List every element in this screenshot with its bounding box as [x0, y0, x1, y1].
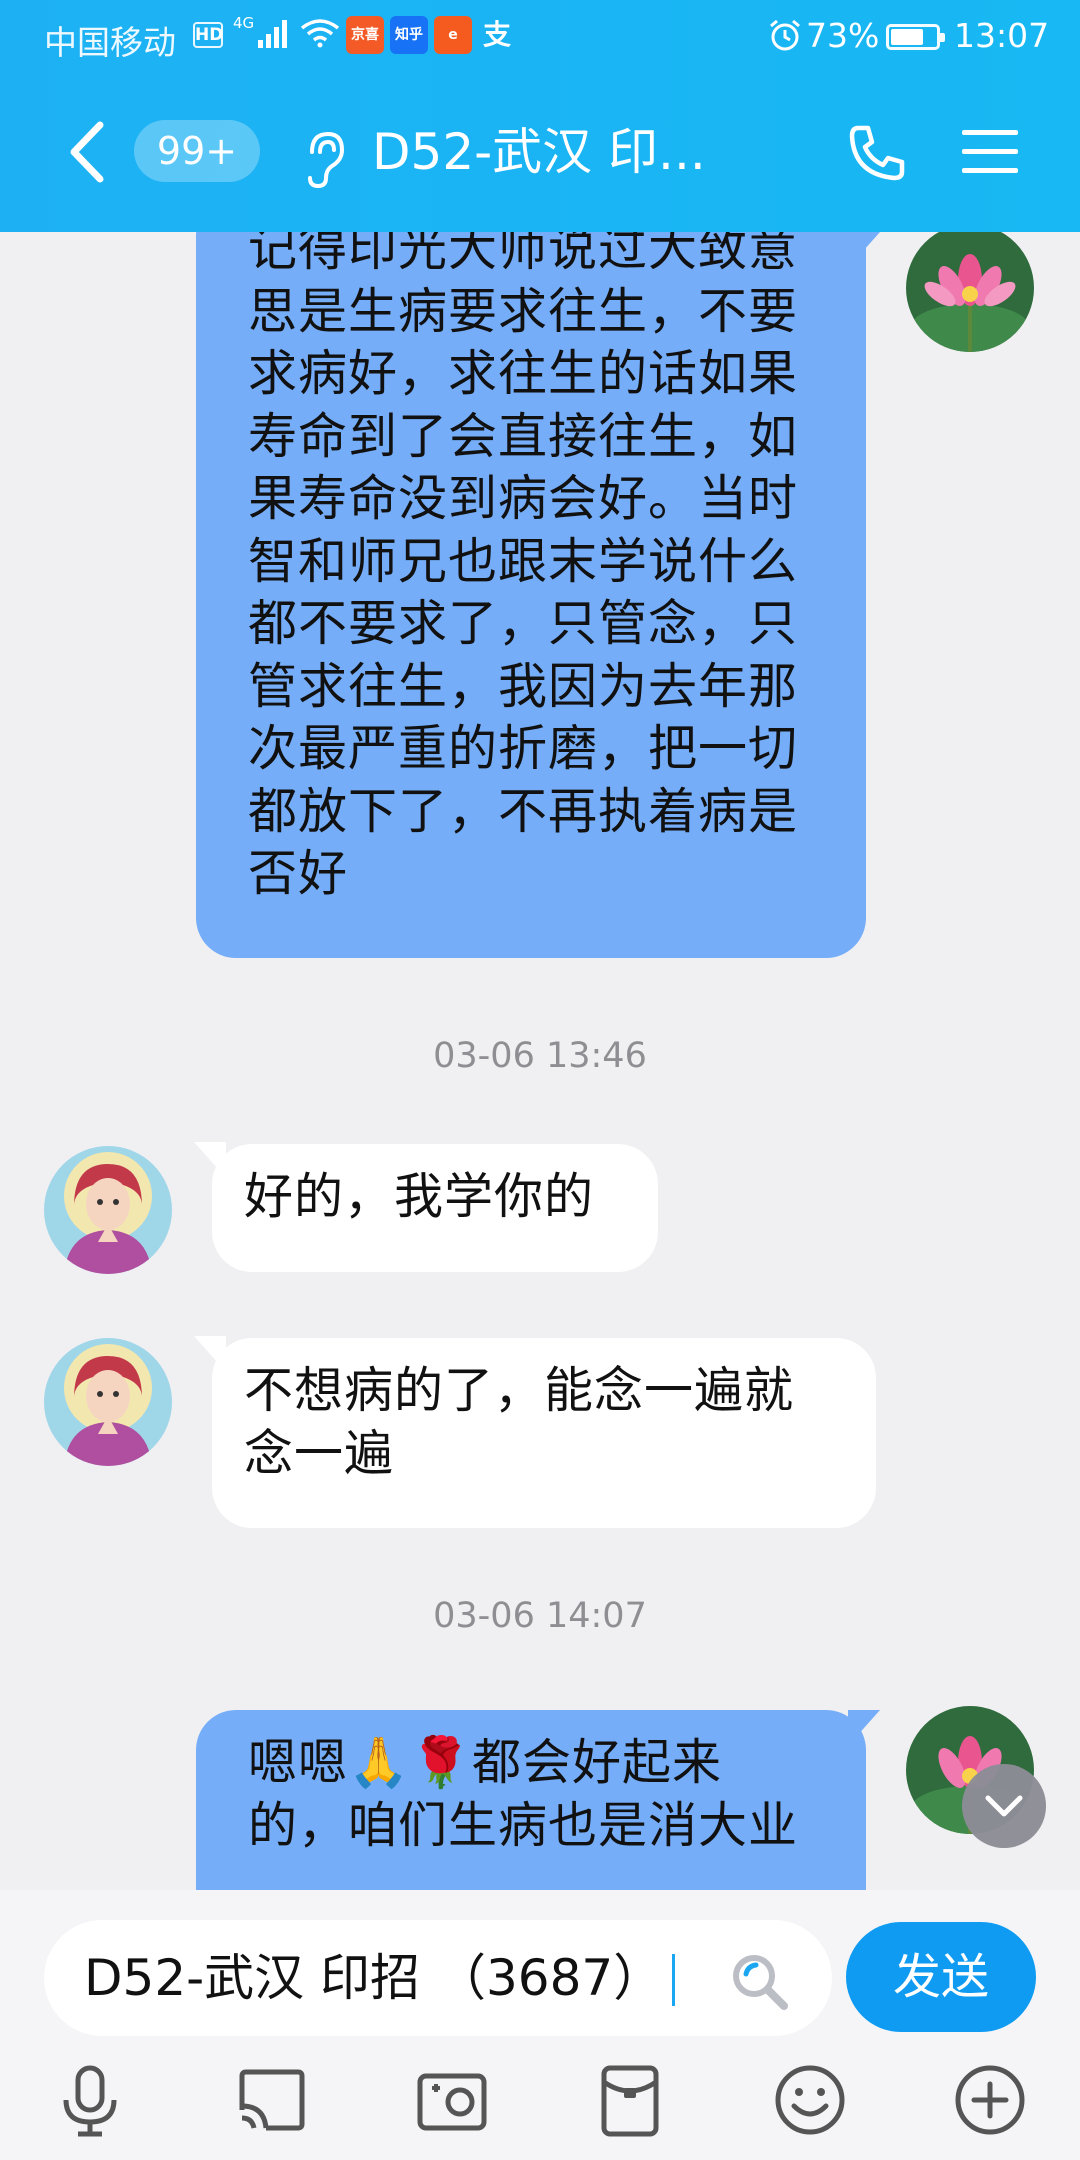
- message-input[interactable]: D52-武汉 印招 （3687）: [44, 1920, 832, 2036]
- message-line: 不想病的了，能念一遍就: [244, 1362, 795, 1419]
- menu-icon[interactable]: [960, 128, 1020, 176]
- red-packet-icon[interactable]: [590, 2060, 670, 2140]
- back-arrow-icon[interactable]: [64, 119, 108, 185]
- my-avatar[interactable]: [906, 232, 1034, 352]
- message-line: 记得印光大师说过大致意: [248, 232, 799, 277]
- contact-avatar-image: [44, 1338, 172, 1466]
- screen-cast-icon[interactable]: [232, 2060, 312, 2140]
- contact-avatar-image: [44, 1146, 172, 1274]
- message-input-text[interactable]: D52-武汉 印招 （3687）: [84, 1946, 663, 2010]
- network-type: 4G: [233, 14, 255, 32]
- message-line: 都放下了，不再执着病是: [248, 782, 799, 840]
- input-bar: D52-武汉 印招 （3687） 发送: [0, 1890, 1080, 2160]
- received-message-bubble[interactable]: 好的，我学你的: [212, 1144, 658, 1272]
- text-caret: [672, 1954, 675, 2006]
- message-line: 好的，我学你的: [244, 1168, 595, 1225]
- emoji-icon[interactable]: [770, 2060, 850, 2140]
- message-line: 嗯嗯🙏🌹都会好起来: [248, 1734, 723, 1791]
- chat-title[interactable]: D52-武汉 印...: [372, 122, 712, 182]
- message-line: 求病好，求往生的话如果: [248, 345, 799, 402]
- title-bar: 99+ D52-武汉 印...: [0, 74, 1080, 232]
- photo-icon[interactable]: [412, 2060, 492, 2140]
- lotus-avatar-image: [906, 232, 1034, 352]
- phone-call-icon[interactable]: [846, 122, 908, 184]
- message-list[interactable]: 记得印光大师说过大致意 思是生病要求往生，不要 求病好，求往生的话如果 寿命到了…: [0, 232, 1080, 1890]
- alipay-app-icon: 支: [482, 18, 511, 51]
- battery-level: [891, 29, 924, 45]
- message-line: 管求往生，我因为去年那: [248, 657, 799, 715]
- timestamp: 03-06 13:46: [433, 1036, 647, 1076]
- clock: 13:07: [954, 16, 1050, 55]
- hd-voice-icon: HD: [193, 22, 223, 48]
- microphone-icon[interactable]: [50, 2060, 130, 2140]
- message-line: 否好: [248, 845, 349, 902]
- sent-message-bubble[interactable]: 嗯嗯🙏🌹都会好起来 的，咱们生病也是消大业: [196, 1710, 866, 1890]
- contact-avatar[interactable]: [44, 1338, 172, 1466]
- send-button[interactable]: 发送: [846, 1922, 1036, 2032]
- message-line: 的，咱们生病也是消大业: [248, 1796, 799, 1854]
- status-bar: 中国移动 HD 4G 京喜 知乎 e 支 73% 13:07: [0, 0, 1080, 74]
- contact-avatar[interactable]: [44, 1146, 172, 1274]
- chat-screen: 中国移动 HD 4G 京喜 知乎 e 支 73% 13:07 99+ D52-武…: [0, 0, 1080, 2160]
- message-line: 思是生病要求往生，不要: [248, 282, 799, 340]
- top-bar: 中国移动 HD 4G 京喜 知乎 e 支 73% 13:07 99+ D52-武…: [0, 0, 1080, 232]
- unread-count-badge[interactable]: 99+: [134, 120, 260, 182]
- scroll-to-bottom-button[interactable]: [962, 1764, 1046, 1848]
- zhihu-app-icon: 知乎: [390, 16, 428, 54]
- message-line: 都不要求了，只管念，只: [248, 595, 799, 652]
- message-line: 念一遍: [244, 1424, 395, 1482]
- earpiece-mode-icon[interactable]: [302, 130, 346, 188]
- wifi-icon: [300, 19, 340, 48]
- message-line: 智和师兄也跟末学说什么: [248, 532, 799, 590]
- battery-icon: [886, 24, 945, 50]
- search-icon[interactable]: [726, 1948, 792, 2014]
- jd-app-icon: 京喜: [346, 16, 384, 54]
- sent-message-bubble[interactable]: 记得印光大师说过大致意 思是生病要求往生，不要 求病好，求往生的话如果 寿命到了…: [196, 232, 866, 958]
- carrier-name: 中国移动: [44, 23, 176, 62]
- timestamp: 03-06 14:07: [433, 1596, 647, 1636]
- received-message-bubble[interactable]: 不想病的了，能念一遍就 念一遍: [212, 1338, 876, 1528]
- battery-percent: 73%: [806, 16, 880, 55]
- message-line: 果寿命没到病会好。当时: [248, 470, 799, 527]
- message-line: 寿命到了会直接往生，如: [248, 407, 799, 465]
- message-line: 次最严重的折磨，把一切: [248, 720, 799, 777]
- alarm-icon: [770, 19, 800, 51]
- alibaba-app-icon: e: [434, 16, 472, 54]
- signal-icon: [258, 20, 287, 48]
- plus-icon[interactable]: [950, 2060, 1030, 2140]
